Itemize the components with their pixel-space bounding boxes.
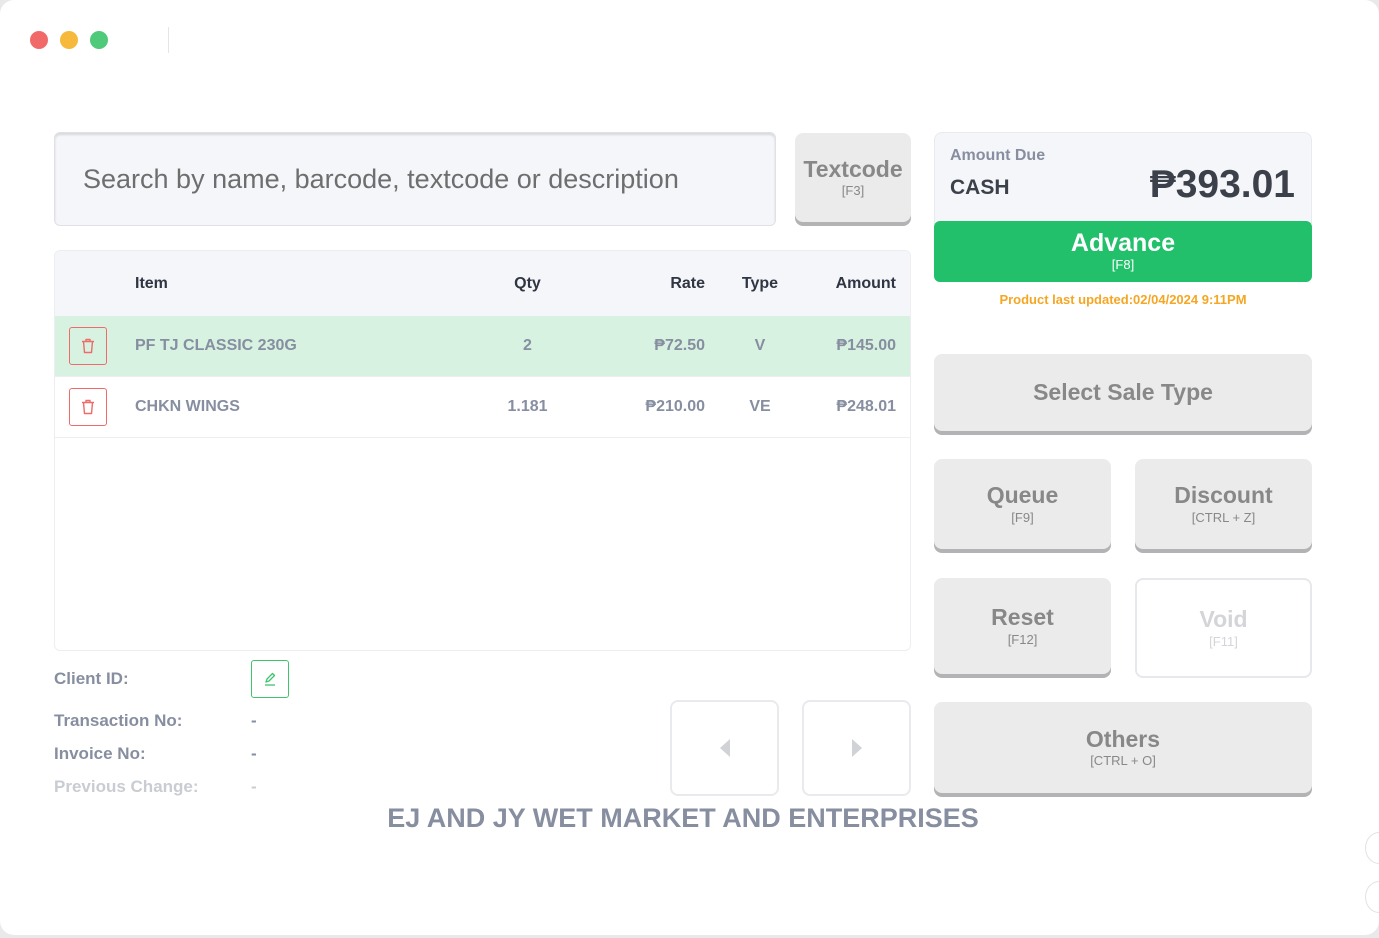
- textcode-button[interactable]: Textcode [F3]: [795, 133, 911, 222]
- item-qty[interactable]: 1.181: [485, 398, 570, 416]
- discount-shortcut: [CTRL + Z]: [1191, 509, 1256, 525]
- item-type: VE: [749, 398, 771, 415]
- textcode-button-label: Textcode: [803, 155, 903, 182]
- header-amount: Amount: [835, 274, 896, 292]
- trash-icon: [82, 338, 94, 354]
- table-row[interactable]: PF TJ CLASSIC 230G 2 ₱72.50 V ₱145.00: [55, 316, 910, 377]
- others-shortcut: [CTRL + O]: [1090, 753, 1156, 769]
- advance-button-label: Advance: [1070, 229, 1176, 257]
- sale-type-label: Select Sale Type: [1033, 379, 1213, 406]
- invoice-no-label: Invoice No:: [54, 744, 146, 763]
- amount-due-label: Amount Due: [950, 147, 1046, 164]
- header-item: Item: [135, 274, 168, 292]
- advance-shortcut: [F8]: [1111, 257, 1135, 272]
- others-label: Others: [1085, 725, 1161, 752]
- edge-handle-bottom[interactable]: [1365, 881, 1379, 913]
- item-rate: ₱210.00: [645, 398, 705, 415]
- amount-due-card: Amount Due CASH ₱393.01: [934, 132, 1312, 224]
- close-window-button[interactable]: [30, 31, 48, 49]
- item-name: CHKN WINGS: [135, 398, 240, 415]
- item-qty[interactable]: 2: [485, 337, 570, 355]
- others-button[interactable]: Others [CTRL + O]: [934, 702, 1312, 793]
- product-last-updated: Product last updated:02/04/2024 9:11PM: [999, 292, 1247, 307]
- select-sale-type-button[interactable]: Select Sale Type: [934, 354, 1312, 431]
- item-type: V: [754, 337, 766, 354]
- search-input[interactable]: [83, 163, 775, 195]
- discount-button[interactable]: Discount [CTRL + Z]: [1135, 459, 1312, 549]
- minimize-window-button[interactable]: [60, 31, 78, 49]
- transaction-no-label: Transaction No:: [54, 711, 183, 730]
- delete-item-button[interactable]: [69, 327, 107, 365]
- app-window: Textcode [F3] Item Qty Rate Type Amount …: [0, 0, 1379, 935]
- client-id-label: Client ID:: [54, 669, 129, 688]
- invoice-no-value: -: [251, 744, 257, 763]
- previous-page-button[interactable]: [670, 700, 779, 796]
- search-box: [54, 132, 776, 226]
- header-qty: Qty: [514, 274, 541, 292]
- previous-change-value: -: [251, 777, 257, 796]
- reset-button[interactable]: Reset [F12]: [934, 578, 1111, 674]
- textcode-shortcut: [F3]: [841, 183, 865, 199]
- void-shortcut: [F11]: [1209, 633, 1238, 649]
- queue-label: Queue: [986, 482, 1059, 509]
- reset-shortcut: [F12]: [1007, 631, 1038, 647]
- queue-shortcut: [F9]: [1011, 509, 1034, 525]
- void-button[interactable]: Void [F11]: [1135, 578, 1312, 678]
- caret-left-icon: [719, 739, 730, 757]
- next-page-button[interactable]: [802, 700, 911, 796]
- caret-right-icon: [851, 739, 862, 757]
- discount-label: Discount: [1174, 482, 1273, 509]
- advance-button[interactable]: Advance [F8]: [934, 221, 1312, 282]
- delete-item-button[interactable]: [69, 388, 107, 426]
- reset-label: Reset: [991, 604, 1054, 631]
- previous-change-label: Previous Change:: [54, 777, 199, 796]
- amount-due-value: ₱393.01: [1149, 163, 1295, 206]
- item-rate: ₱72.50: [654, 337, 705, 354]
- payment-type: CASH: [950, 176, 1010, 199]
- item-amount: ₱145.00: [836, 337, 896, 354]
- table-header: Item Qty Rate Type Amount: [55, 251, 910, 316]
- void-label: Void: [1199, 606, 1248, 633]
- queue-button[interactable]: Queue [F9]: [934, 459, 1111, 549]
- trash-icon: [82, 399, 94, 415]
- item-name: PF TJ CLASSIC 230G: [135, 337, 297, 354]
- titlebar-divider: [168, 27, 169, 53]
- pencil-icon: [265, 672, 276, 686]
- header-rate: Rate: [670, 274, 705, 292]
- company-name: EJ AND JY WET MARKET AND ENTERPRISES: [387, 803, 979, 833]
- table-row[interactable]: CHKN WINGS 1.181 ₱210.00 VE ₱248.01: [55, 377, 910, 438]
- transaction-no-value: -: [251, 711, 257, 730]
- edit-client-button[interactable]: [251, 660, 289, 698]
- item-amount: ₱248.01: [836, 398, 896, 415]
- window-controls: [30, 31, 108, 49]
- cart-table: Item Qty Rate Type Amount PF TJ CLASSIC …: [54, 250, 911, 651]
- header-type: Type: [741, 274, 779, 292]
- edge-handle-top[interactable]: [1365, 832, 1379, 864]
- maximize-window-button[interactable]: [90, 31, 108, 49]
